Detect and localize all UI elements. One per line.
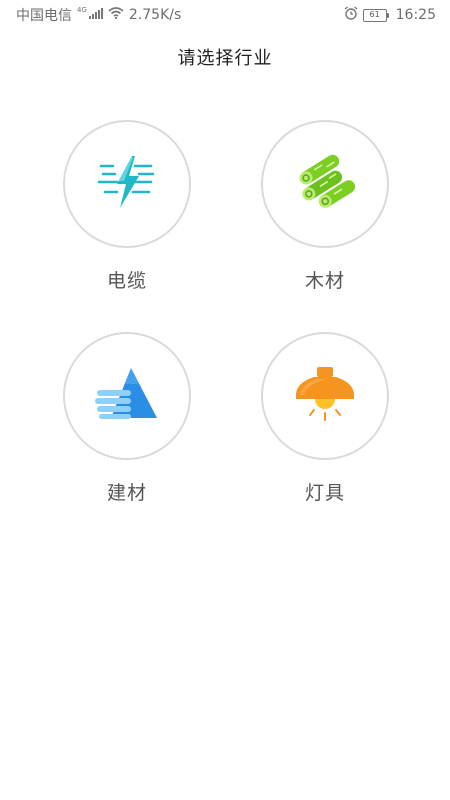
industry-circle xyxy=(261,120,389,248)
industry-item-lamps[interactable]: 灯具 xyxy=(245,332,405,512)
clock: 16:25 xyxy=(395,7,436,23)
battery-icon: 61 xyxy=(362,8,389,22)
lamp-icon xyxy=(292,363,358,429)
industry-label: 灯具 xyxy=(304,482,345,504)
industry-item-cable[interactable]: 电缆 xyxy=(47,120,207,300)
status-right: 61 16:25 xyxy=(344,6,436,24)
status-bar: 中国电信 4G 2.75K/s 61 16:25 xyxy=(0,0,450,30)
industry-circle xyxy=(261,332,389,460)
industry-item-wood[interactable]: 木材 xyxy=(245,120,405,300)
signal-icon xyxy=(88,7,103,23)
wifi-icon xyxy=(108,7,124,23)
industry-label: 建材 xyxy=(106,482,147,504)
status-left: 中国电信 4G 2.75K/s xyxy=(16,5,181,25)
network-type: 4G xyxy=(77,6,87,14)
building-material-icon xyxy=(95,362,159,430)
logs-icon xyxy=(291,150,359,218)
industry-label: 木材 xyxy=(304,270,345,292)
industry-circle xyxy=(63,332,191,460)
battery-level: 61 xyxy=(369,10,380,19)
network-speed: 2.75K/s xyxy=(128,7,182,23)
industry-circle xyxy=(63,120,191,248)
alarm-icon xyxy=(344,6,358,24)
lightning-icon xyxy=(95,150,159,218)
carrier-label: 中国电信 xyxy=(16,8,72,24)
industry-label: 电缆 xyxy=(106,270,147,292)
industry-item-building-materials[interactable]: 建材 xyxy=(47,332,207,512)
page-title: 请选择行业 xyxy=(177,48,273,69)
